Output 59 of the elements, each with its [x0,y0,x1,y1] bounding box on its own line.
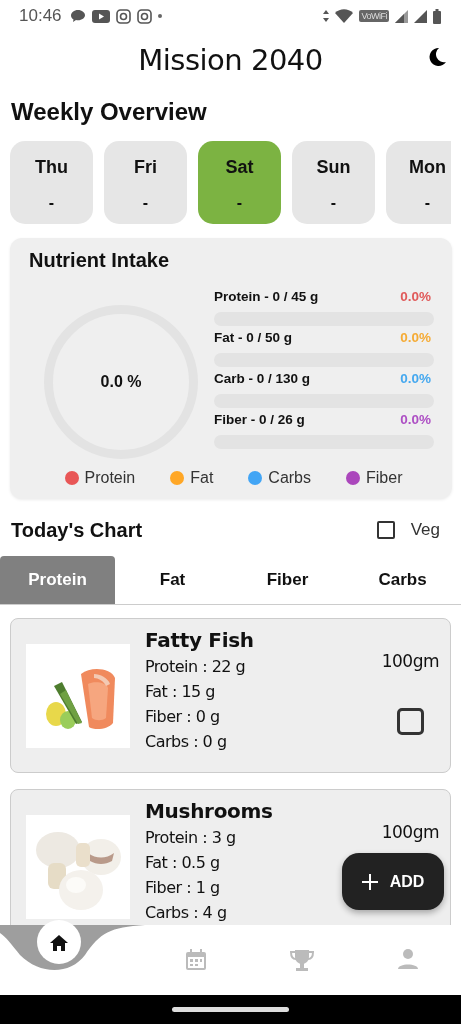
card-title: Nutrient Intake [29,249,171,272]
camera-icon [115,8,131,24]
tab[interactable]: Protein [0,556,115,604]
dot-icon [157,14,162,18]
nutrient-line: Fiber : 1 g [145,877,221,899]
plus-icon [361,873,378,890]
moon-icon[interactable] [427,47,447,67]
legend-label: Carbs [268,469,311,487]
checkbox-label: Veg [410,520,440,540]
signal-icon [414,9,427,23]
tab[interactable]: Carbs [345,556,460,604]
nutrient-line: Fiber : 0 g [145,706,221,728]
food-amount: 100gm [381,651,439,671]
progress-ring: 0.0 % [44,305,198,459]
nutrient-label: Protein - 0 / 45 g [214,289,319,306]
legend-label: Fiber [366,469,403,487]
video-icon [91,9,110,23]
data-arrows-icon [323,10,330,22]
nutrient-line: Fat : 0.5 g [145,852,221,874]
food-amount: 100gm [381,822,439,842]
nutrient-line: Carbs : 4 g [145,902,228,924]
day-card[interactable]: Mon - [386,141,451,224]
home-handle[interactable] [172,1007,289,1012]
section-title: Today's Chart [11,518,144,542]
tab[interactable]: Fat [115,556,230,604]
checkbox[interactable] [376,521,395,539]
battery-icon [433,8,441,24]
home-icon[interactable] [49,933,69,951]
network-badge: VoWiFi [359,10,389,22]
nutrient-percent: 0.0% [400,289,431,306]
nutrient-line: Protein : 3 g [145,827,237,849]
nutrient-line: Fat : 15 g [145,681,216,703]
nutrient-label: Fat - 0 / 50 g [214,330,293,347]
chat-icon [69,9,86,23]
nutrient-label: Carb - 0 / 130 g [214,371,311,388]
day-card[interactable]: Thu - [10,141,93,224]
section-title: Weekly Overview [11,98,208,127]
day-card[interactable]: Sun - [292,141,375,224]
legend-label: Fat [190,469,214,487]
nutrient-percent: 0.0% [400,330,431,347]
app-title: Mission 2040 [138,43,323,77]
checkbox[interactable] [397,708,424,735]
nutrient-percent: 0.0% [400,412,431,429]
day-card[interactable]: Fri - [104,141,187,224]
nutrient-percent: 0.0% [400,371,431,388]
nutrient-line: Protein : 22 g [145,656,247,678]
wifi-icon [335,9,354,23]
food-name: Mushrooms [145,799,273,825]
status-time: 10:46 [19,6,62,26]
veg-checkbox[interactable]: Veg [376,520,440,540]
tab[interactable]: Fiber [230,556,345,604]
nutrient-line: Carbs : 0 g [145,731,228,753]
camera-icon [136,8,152,24]
day-card[interactable]: Sat - [198,141,281,224]
add-button[interactable]: ADD [342,853,444,910]
food-name: Fatty Fish [145,628,254,654]
nutrient-label: Fiber - 0 / 26 g [214,412,305,429]
legend-label: Protein [84,469,136,487]
signal-icon [395,9,408,23]
